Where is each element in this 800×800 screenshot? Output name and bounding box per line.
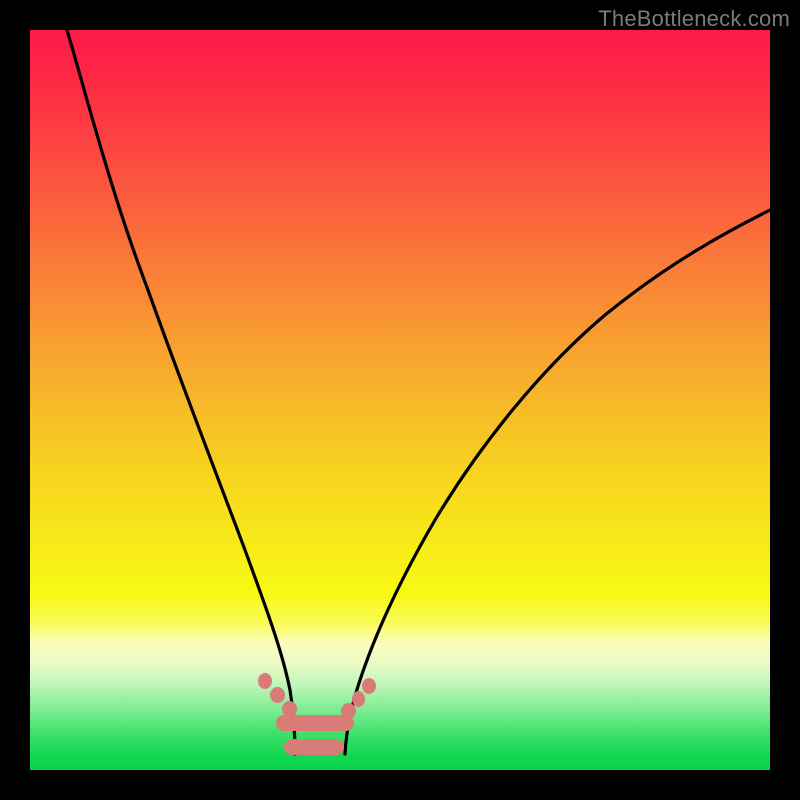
chart-svg — [30, 30, 770, 770]
marker-band — [258, 673, 376, 755]
plot-area — [30, 30, 770, 770]
left-curve-path — [67, 30, 295, 754]
watermark-text: TheBottleneck.com — [598, 6, 790, 32]
chart-frame: TheBottleneck.com — [0, 0, 800, 800]
right-curve-path — [345, 210, 770, 754]
